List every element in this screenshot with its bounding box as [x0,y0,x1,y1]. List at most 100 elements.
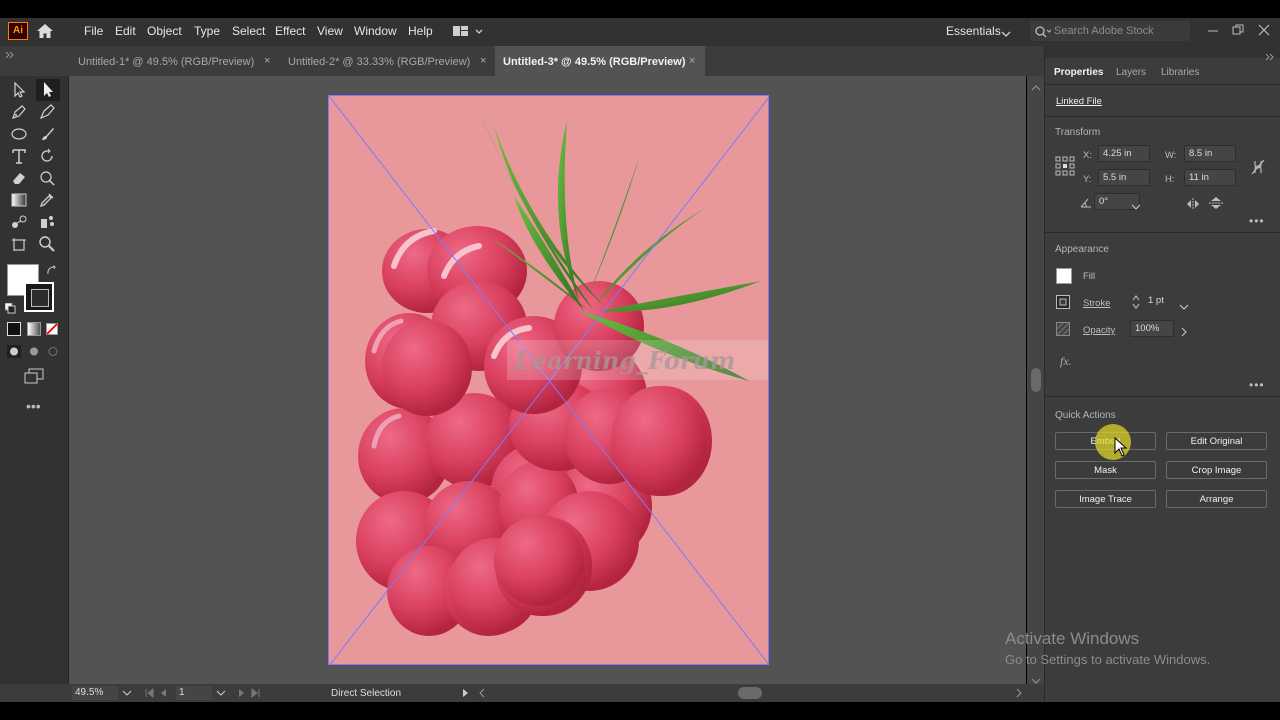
image-trace-button[interactable]: Image Trace [1055,490,1156,508]
menu-type[interactable]: Type [194,24,220,38]
minimize-icon[interactable] [1207,24,1219,36]
reference-point-icon[interactable] [1055,156,1075,176]
opacity-icon[interactable] [1056,322,1070,336]
free-transform-tool-icon[interactable] [38,169,56,187]
edit-original-button[interactable]: Edit Original [1166,432,1267,450]
eyedropper-tool-icon[interactable] [38,191,56,209]
raspberry-illustration [329,96,768,664]
opacity-field[interactable]: 100% [1130,320,1174,337]
chevron-down-icon[interactable] [216,689,226,697]
horizontal-scroll-thumb[interactable] [738,687,762,699]
rotate-tool-icon[interactable] [38,147,56,165]
scroll-down-icon[interactable] [1031,672,1041,684]
artboard-next-icons[interactable] [236,687,266,699]
y-field[interactable]: 5.5 in [1098,169,1150,186]
blend-tool-icon[interactable] [10,213,28,231]
stroke-stepper-icon[interactable] [1132,294,1140,310]
menu-help[interactable]: Help [408,24,433,38]
arrange-documents-icon[interactable] [453,25,483,38]
menu-edit[interactable]: Edit [115,24,136,38]
type-tool-icon[interactable] [10,147,28,165]
artboard-number-field[interactable]: 1 [176,686,212,700]
more-options-icon[interactable]: ••• [1249,214,1265,228]
menu-effect[interactable]: Effect [275,24,305,38]
none-mode-icon[interactable] [46,322,58,335]
selection-tool-icon[interactable] [10,81,28,99]
arrange-button[interactable]: Arrange [1166,490,1267,508]
stroke-color-swatch[interactable] [1056,295,1070,309]
artboard-tool-icon[interactable] [10,235,28,253]
quick-actions-title: Quick Actions [1055,410,1116,421]
gradient-mode-icon[interactable] [27,322,41,336]
scroll-right-icon[interactable] [1015,688,1023,698]
mask-button[interactable]: Mask [1055,461,1156,479]
draw-normal-icon[interactable] [7,345,21,358]
tab-close-icon[interactable]: × [480,55,486,67]
close-window-icon[interactable] [1258,23,1270,36]
chevron-down-icon[interactable] [1001,26,1011,37]
h-field[interactable]: 11 in [1184,169,1236,186]
flip-horizontal-icon[interactable] [1186,197,1200,210]
stroke-swatch[interactable] [24,282,54,312]
menu-object[interactable]: Object [147,24,182,38]
default-fill-stroke-icon[interactable] [4,301,16,314]
stroke-label[interactable]: Stroke [1083,298,1110,309]
menu-file[interactable]: File [84,24,103,38]
collapse-panel-icon[interactable] [4,50,14,72]
crop-image-button[interactable]: Crop Image [1166,461,1267,479]
tab-untitled-2[interactable]: Untitled-2* @ 33.33% (RGB/Preview) × [280,46,495,76]
artboard-prev-icons[interactable] [144,687,174,699]
fx-icon[interactable]: fx. [1060,354,1072,369]
x-field[interactable]: 4.25 in [1098,145,1150,162]
status-menu-arrow-icon[interactable] [462,688,470,698]
more-options-icon[interactable]: ••• [1249,378,1265,392]
home-icon[interactable] [37,24,53,38]
more-tools-icon[interactable]: ••• [26,398,41,414]
tab-layers[interactable]: Layers [1116,67,1146,78]
color-mode-icon[interactable] [7,322,21,336]
vertical-scrollbar[interactable] [1027,76,1044,684]
linked-file-link[interactable]: Linked File [1056,96,1102,107]
paintbrush-tool-icon[interactable] [38,125,56,143]
opacity-label[interactable]: Opacity [1083,325,1115,336]
swap-fill-stroke-icon[interactable] [46,264,58,276]
pen-tool-icon[interactable] [10,103,28,121]
scroll-left-icon[interactable] [478,688,486,698]
tab-properties[interactable]: Properties [1054,67,1103,78]
collapse-panel-icon[interactable] [1265,48,1275,61]
tab-close-icon[interactable]: × [689,55,695,67]
chevron-down-icon[interactable] [1131,198,1141,210]
gradient-tool-icon[interactable] [10,191,28,209]
fill-color-swatch[interactable] [1056,268,1072,284]
artboard[interactable]: Learning_Forum [328,95,769,665]
menu-select[interactable]: Select [232,24,265,38]
zoom-tool-icon[interactable] [38,235,56,253]
constrain-proportions-icon[interactable] [1251,159,1265,175]
draw-inside-icon[interactable] [46,345,60,358]
flip-vertical-icon[interactable] [1209,196,1223,210]
symbol-sprayer-tool-icon[interactable] [38,213,56,231]
screen-mode-icon[interactable] [24,368,44,384]
chevron-down-icon[interactable] [122,689,132,697]
tab-close-icon[interactable]: × [264,55,270,67]
eraser-tool-icon[interactable] [10,169,28,187]
chevron-right-icon[interactable] [1180,324,1188,337]
tab-untitled-1[interactable]: Untitled-1* @ 49.5% (RGB/Preview) × [70,46,280,76]
tab-libraries[interactable]: Libraries [1161,67,1199,78]
menu-window[interactable]: Window [354,24,397,38]
zoom-field[interactable]: 49.5% [72,686,118,700]
ellipse-tool-icon[interactable] [10,125,28,143]
stroke-weight-field[interactable]: 1 pt [1144,293,1178,310]
chevron-down-icon[interactable] [1179,298,1189,310]
tab-untitled-3[interactable]: Untitled-3* @ 49.5% (RGB/Preview) × [495,46,705,76]
scroll-up-icon[interactable] [1031,79,1041,91]
search-stock-input[interactable]: Search Adobe Stock [1030,21,1190,41]
curvature-tool-icon[interactable] [38,103,56,121]
w-field[interactable]: 8.5 in [1184,145,1236,162]
workspace-switcher[interactable]: Essentials [946,24,1001,38]
direct-selection-tool-icon[interactable] [36,79,60,101]
restore-icon[interactable] [1232,23,1244,35]
menu-view[interactable]: View [317,24,343,38]
draw-behind-icon[interactable] [27,345,41,358]
scroll-thumb[interactable] [1031,368,1041,392]
